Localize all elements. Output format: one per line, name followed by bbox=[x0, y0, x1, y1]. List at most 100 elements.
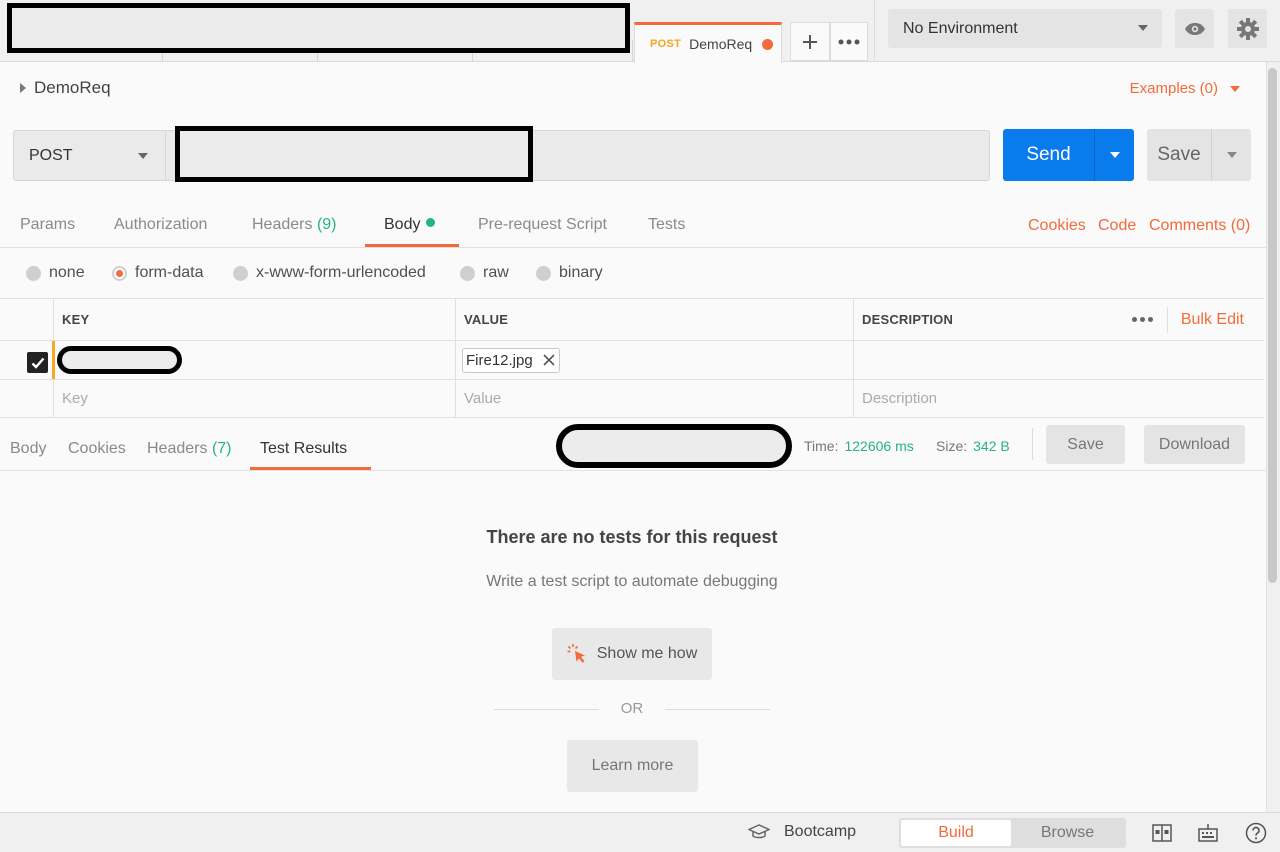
column-header-value: VALUE bbox=[455, 299, 853, 340]
active-request-tab[interactable]: POST DemoReq bbox=[634, 22, 782, 63]
description-input[interactable]: Description bbox=[853, 380, 1264, 417]
eye-icon bbox=[1184, 22, 1205, 35]
response-tab-body[interactable]: Body bbox=[10, 440, 46, 458]
examples-dropdown[interactable]: Examples (0) bbox=[1130, 80, 1240, 97]
two-pane-view-button[interactable] bbox=[1151, 822, 1173, 844]
more-tabs-button[interactable] bbox=[830, 22, 868, 61]
request-name: DemoReq bbox=[34, 78, 111, 97]
radio-icon bbox=[536, 265, 551, 281]
response-time-label: Time: bbox=[804, 438, 839, 454]
build-browse-toggle: Build Browse bbox=[899, 818, 1126, 848]
send-options-button[interactable] bbox=[1095, 152, 1134, 158]
tab-tests[interactable]: Tests bbox=[648, 216, 685, 234]
redacted-status bbox=[556, 424, 792, 468]
help-icon bbox=[1245, 822, 1267, 844]
caret-down-icon bbox=[138, 153, 148, 159]
description-cell[interactable] bbox=[853, 341, 1264, 379]
tab-body-label: Body bbox=[384, 216, 421, 233]
body-type-form-data-label: form-data bbox=[135, 264, 204, 281]
bootcamp-button[interactable]: Bootcamp bbox=[748, 823, 856, 841]
key-input[interactable]: Key bbox=[53, 380, 455, 417]
tab-authorization[interactable]: Authorization bbox=[114, 216, 207, 234]
method-select[interactable]: POST bbox=[13, 130, 166, 181]
tab-body[interactable]: Body bbox=[384, 216, 436, 234]
table-row-new: Key Value Description bbox=[0, 380, 1264, 418]
response-size-label: Size: bbox=[936, 438, 968, 454]
build-mode-button[interactable]: Build bbox=[901, 820, 1011, 846]
save-response-button[interactable]: Save bbox=[1046, 425, 1125, 464]
caret-down-icon bbox=[1230, 85, 1240, 92]
value-cell[interactable]: Fire12.jpg bbox=[455, 341, 853, 379]
radio-icon bbox=[460, 265, 475, 281]
cursor-click-icon bbox=[567, 644, 585, 663]
value-input[interactable]: Value bbox=[455, 380, 853, 417]
tab-method-label: POST bbox=[650, 38, 682, 50]
body-type-none[interactable]: none bbox=[26, 264, 85, 282]
tab-pre-request-script[interactable]: Pre-request Script bbox=[478, 216, 607, 234]
tab-headers[interactable]: Headers (9) bbox=[252, 216, 337, 234]
more-horizontal-icon bbox=[838, 39, 860, 44]
examples-label: Examples (0) bbox=[1129, 80, 1218, 97]
column-header-key: KEY bbox=[53, 299, 455, 340]
body-type-form-data[interactable]: form-data bbox=[112, 264, 203, 282]
body-type-raw-label: raw bbox=[483, 264, 509, 281]
help-button[interactable] bbox=[1245, 822, 1267, 844]
response-headers-count: (7) bbox=[211, 440, 232, 457]
keyboard-shortcuts-button[interactable] bbox=[1197, 822, 1219, 844]
body-type-raw[interactable]: raw bbox=[460, 264, 509, 282]
caret-right-icon bbox=[20, 83, 26, 93]
redacted-url bbox=[175, 126, 533, 182]
unsaved-dot-icon bbox=[762, 39, 773, 50]
tab-name-label: DemoReq bbox=[689, 36, 753, 52]
radio-icon bbox=[233, 265, 248, 281]
status-dot-icon bbox=[426, 218, 436, 227]
two-pane-icon bbox=[1152, 824, 1172, 842]
code-link[interactable]: Code bbox=[1098, 217, 1136, 235]
request-name-toggle[interactable]: DemoReq bbox=[20, 78, 111, 98]
divider bbox=[0, 470, 1266, 471]
row-enabled-checkbox[interactable] bbox=[27, 352, 48, 373]
empty-state-subtitle: Write a test script to automate debuggin… bbox=[486, 573, 778, 590]
comments-link[interactable]: Comments (0) bbox=[1149, 217, 1250, 235]
keyboard-icon bbox=[1198, 824, 1218, 842]
browse-mode-button[interactable]: Browse bbox=[1011, 820, 1124, 846]
tab-params[interactable]: Params bbox=[20, 216, 75, 234]
show-me-how-label: Show me how bbox=[596, 645, 698, 662]
send-button[interactable]: Send bbox=[1003, 129, 1134, 181]
check-icon bbox=[31, 357, 44, 369]
response-size-value: 342 B bbox=[973, 438, 1010, 454]
settings-button[interactable] bbox=[1228, 9, 1267, 48]
scrollbar-thumb[interactable] bbox=[1268, 68, 1277, 583]
response-tab-test-results[interactable]: Test Results bbox=[260, 440, 347, 458]
bootcamp-label: Bootcamp bbox=[784, 823, 857, 840]
response-tab-headers[interactable]: Headers (7) bbox=[147, 440, 232, 458]
show-me-how-button[interactable]: Show me how bbox=[552, 628, 712, 680]
environment-quick-look-button[interactable] bbox=[1175, 9, 1214, 48]
new-tab-button[interactable] bbox=[790, 22, 830, 61]
row-active-indicator bbox=[52, 341, 55, 379]
divider bbox=[874, 0, 875, 62]
redacted-tabs bbox=[7, 3, 630, 53]
form-data-table: KEY VALUE DESCRIPTION Bulk Edit Fire12.j… bbox=[0, 298, 1264, 418]
table-options-button[interactable] bbox=[1132, 317, 1153, 322]
response-tab-cookies[interactable]: Cookies bbox=[68, 440, 126, 458]
bulk-edit-link[interactable]: Bulk Edit bbox=[1181, 311, 1244, 329]
environment-select[interactable]: No Environment bbox=[888, 9, 1162, 48]
plus-icon bbox=[803, 34, 817, 49]
response-time: Time: 122606 ms bbox=[804, 438, 914, 454]
save-label: Save bbox=[1157, 144, 1201, 165]
body-type-urlencoded[interactable]: x-www-form-urlencoded bbox=[233, 264, 426, 282]
save-options-button[interactable] bbox=[1212, 152, 1251, 158]
caret-down-icon bbox=[1109, 152, 1120, 158]
save-request-button[interactable]: Save bbox=[1147, 129, 1251, 181]
download-response-button[interactable]: Download bbox=[1144, 425, 1245, 464]
environment-label: No Environment bbox=[903, 19, 1018, 37]
body-type-binary[interactable]: binary bbox=[536, 264, 603, 282]
learn-more-button[interactable]: Learn more bbox=[567, 740, 698, 792]
remove-file-button[interactable] bbox=[543, 351, 555, 369]
cookies-link[interactable]: Cookies bbox=[1028, 217, 1086, 235]
radio-icon bbox=[26, 265, 41, 281]
body-type-urlencoded-label: x-www-form-urlencoded bbox=[256, 264, 426, 281]
body-type-none-label: none bbox=[49, 264, 85, 281]
caret-down-icon bbox=[1226, 152, 1237, 158]
